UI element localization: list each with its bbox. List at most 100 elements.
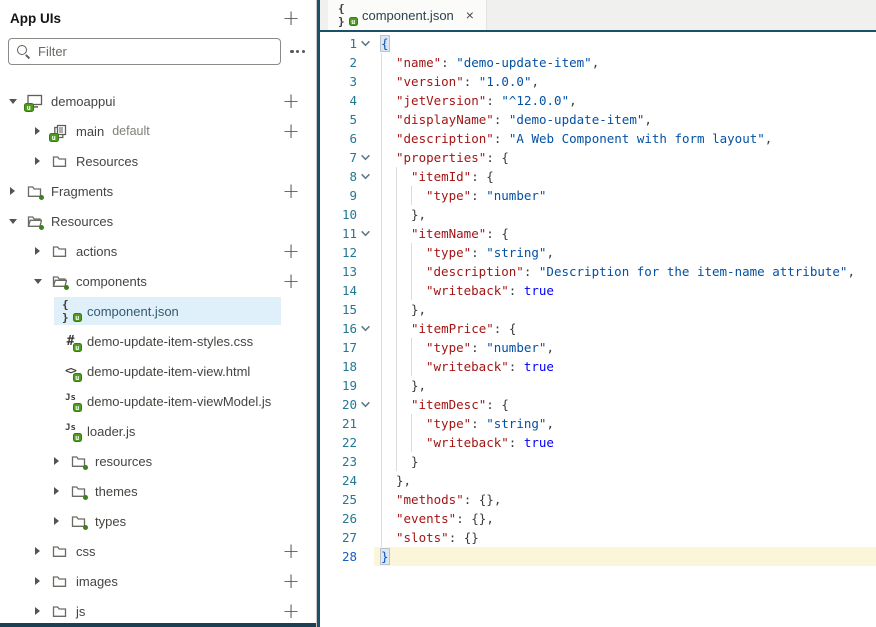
change-dot-icon <box>83 495 89 501</box>
code-line-16: 16"itemPrice": { <box>320 319 876 338</box>
fold-chevron-icon[interactable] <box>357 167 374 186</box>
code-line-15: 15}, <box>320 300 876 319</box>
tree-item-js[interactable]: js + <box>0 596 316 626</box>
folder-icon <box>51 153 68 169</box>
file-tree: udemoappui+umaindefault+ResourcesFragmen… <box>0 86 316 626</box>
editor-tab-bar: { }u component.json × <box>320 0 876 32</box>
add-button[interactable]: + <box>280 270 302 292</box>
expand-chevron-icon[interactable] <box>50 485 63 498</box>
tree-item-resources[interactable]: resources <box>0 446 316 476</box>
tab-component-json[interactable]: { }u component.json × <box>328 0 487 30</box>
line-number: 26 <box>320 509 357 528</box>
folder-icon <box>51 603 68 619</box>
tree-item-actions[interactable]: actions+ <box>0 236 316 266</box>
close-tab-icon[interactable]: × <box>466 8 474 22</box>
folder-icon <box>26 183 43 199</box>
update-badge-icon: u <box>73 313 83 323</box>
fold-gutter <box>357 376 374 395</box>
code-line-8: 8"itemId": { <box>320 167 876 186</box>
search-icon <box>17 45 30 58</box>
fold-gutter <box>357 547 374 566</box>
editor-area: { }u component.json × 1{2"name": "demo-u… <box>320 0 876 627</box>
tree-item-css[interactable]: css+ <box>0 536 316 566</box>
expand-chevron-icon[interactable] <box>31 245 44 258</box>
filter-box[interactable] <box>8 38 281 65</box>
expand-chevron-icon[interactable] <box>31 575 44 588</box>
expand-chevron-icon[interactable] <box>31 545 44 558</box>
update-badge-icon: u <box>73 343 83 353</box>
expand-chevron-icon[interactable] <box>31 605 44 618</box>
update-badge-icon: u <box>24 103 34 113</box>
fold-chevron-icon[interactable] <box>357 148 374 167</box>
fold-chevron-icon[interactable] <box>357 224 374 243</box>
tree-item-fragments[interactable]: Fragments + <box>0 176 316 206</box>
code-line-12: 12"type": "string", <box>320 243 876 262</box>
tree-item-label: Fragments <box>51 184 113 199</box>
add-button[interactable]: + <box>280 90 302 112</box>
code-line-27: 27"slots": {} <box>320 528 876 547</box>
fold-chevron-icon[interactable] <box>357 395 374 414</box>
js-file-icon: Jsu <box>62 423 79 439</box>
panel-menu-button[interactable] <box>285 44 310 59</box>
tree-item-label: images <box>76 574 118 589</box>
line-number: 20 <box>320 395 357 414</box>
add-button[interactable]: + <box>280 570 302 592</box>
add-app-ui-button[interactable]: + <box>280 7 302 29</box>
tree-item-themes[interactable]: themes <box>0 476 316 506</box>
tree-item-demo-update-item-view-html[interactable]: <>udemo-update-item-view.html <box>0 356 316 386</box>
tree-item-types[interactable]: types <box>0 506 316 536</box>
line-number: 10 <box>320 205 357 224</box>
line-number: 11 <box>320 224 357 243</box>
add-button[interactable]: + <box>280 180 302 202</box>
expand-chevron-icon[interactable] <box>50 455 63 468</box>
code-line-10: 10}, <box>320 205 876 224</box>
tree-item-resources[interactable]: Resources <box>0 206 316 236</box>
app-uis-panel: App UIs + udemoappui+umaindefault+Resour… <box>0 0 317 627</box>
expand-chevron-icon[interactable] <box>31 125 44 138</box>
tree-item-component-json[interactable]: { }ucomponent.json <box>0 296 316 326</box>
add-button[interactable]: + <box>280 120 302 142</box>
tree-item-demo-update-item-viewmodel-js[interactable]: Jsudemo-update-item-viewModel.js <box>0 386 316 416</box>
tree-item-loader-js[interactable]: Jsuloader.js <box>0 416 316 446</box>
line-number: 8 <box>320 167 357 186</box>
code-line-2: 2"name": "demo-update-item", <box>320 53 876 72</box>
code-line-14: 14"writeback": true <box>320 281 876 300</box>
fold-chevron-icon[interactable] <box>357 319 374 338</box>
tab-label: component.json <box>362 8 454 23</box>
tree-item-images[interactable]: images + <box>0 566 316 596</box>
fold-gutter <box>357 528 374 547</box>
html-file-icon: <>u <box>62 363 79 379</box>
expand-chevron-icon[interactable] <box>31 275 44 288</box>
change-dot-icon <box>39 225 45 231</box>
filter-input[interactable] <box>38 44 272 59</box>
fold-gutter <box>357 262 374 281</box>
tree-item-demoappui[interactable]: udemoappui+ <box>0 86 316 116</box>
code-line-19: 19}, <box>320 376 876 395</box>
fold-chevron-icon[interactable] <box>357 34 374 53</box>
expand-chevron-icon[interactable] <box>6 215 19 228</box>
code-line-11: 11"itemName": { <box>320 224 876 243</box>
folder-icon <box>70 513 87 529</box>
add-button[interactable]: + <box>280 240 302 262</box>
expand-chevron-icon[interactable] <box>6 185 19 198</box>
expand-chevron-icon[interactable] <box>31 155 44 168</box>
expand-chevron-icon[interactable] <box>6 95 19 108</box>
code-line-21: 21"type": "string", <box>320 414 876 433</box>
code-editor[interactable]: 1{2"name": "demo-update-item",3"version"… <box>320 32 876 627</box>
tree-item-resources[interactable]: Resources <box>0 146 316 176</box>
expand-chevron-icon[interactable] <box>50 515 63 528</box>
tree-item-label: Resources <box>76 154 138 169</box>
fold-gutter <box>357 471 374 490</box>
code-line-5: 5"displayName": "demo-update-item", <box>320 110 876 129</box>
tree-item-demo-update-item-styles-css[interactable]: #udemo-update-item-styles.css <box>0 326 316 356</box>
code-line-13: 13"description": "Description for the it… <box>320 262 876 281</box>
add-button[interactable]: + <box>280 600 302 622</box>
folder-icon <box>70 483 87 499</box>
tree-item-main[interactable]: umaindefault+ <box>0 116 316 146</box>
add-button[interactable]: + <box>280 540 302 562</box>
fold-gutter <box>357 414 374 433</box>
line-number: 13 <box>320 262 357 281</box>
tree-item-components[interactable]: components+ <box>0 266 316 296</box>
app-window: App UIs + udemoappui+umaindefault+Resour… <box>0 0 876 627</box>
tree-item-label: js <box>76 604 85 619</box>
